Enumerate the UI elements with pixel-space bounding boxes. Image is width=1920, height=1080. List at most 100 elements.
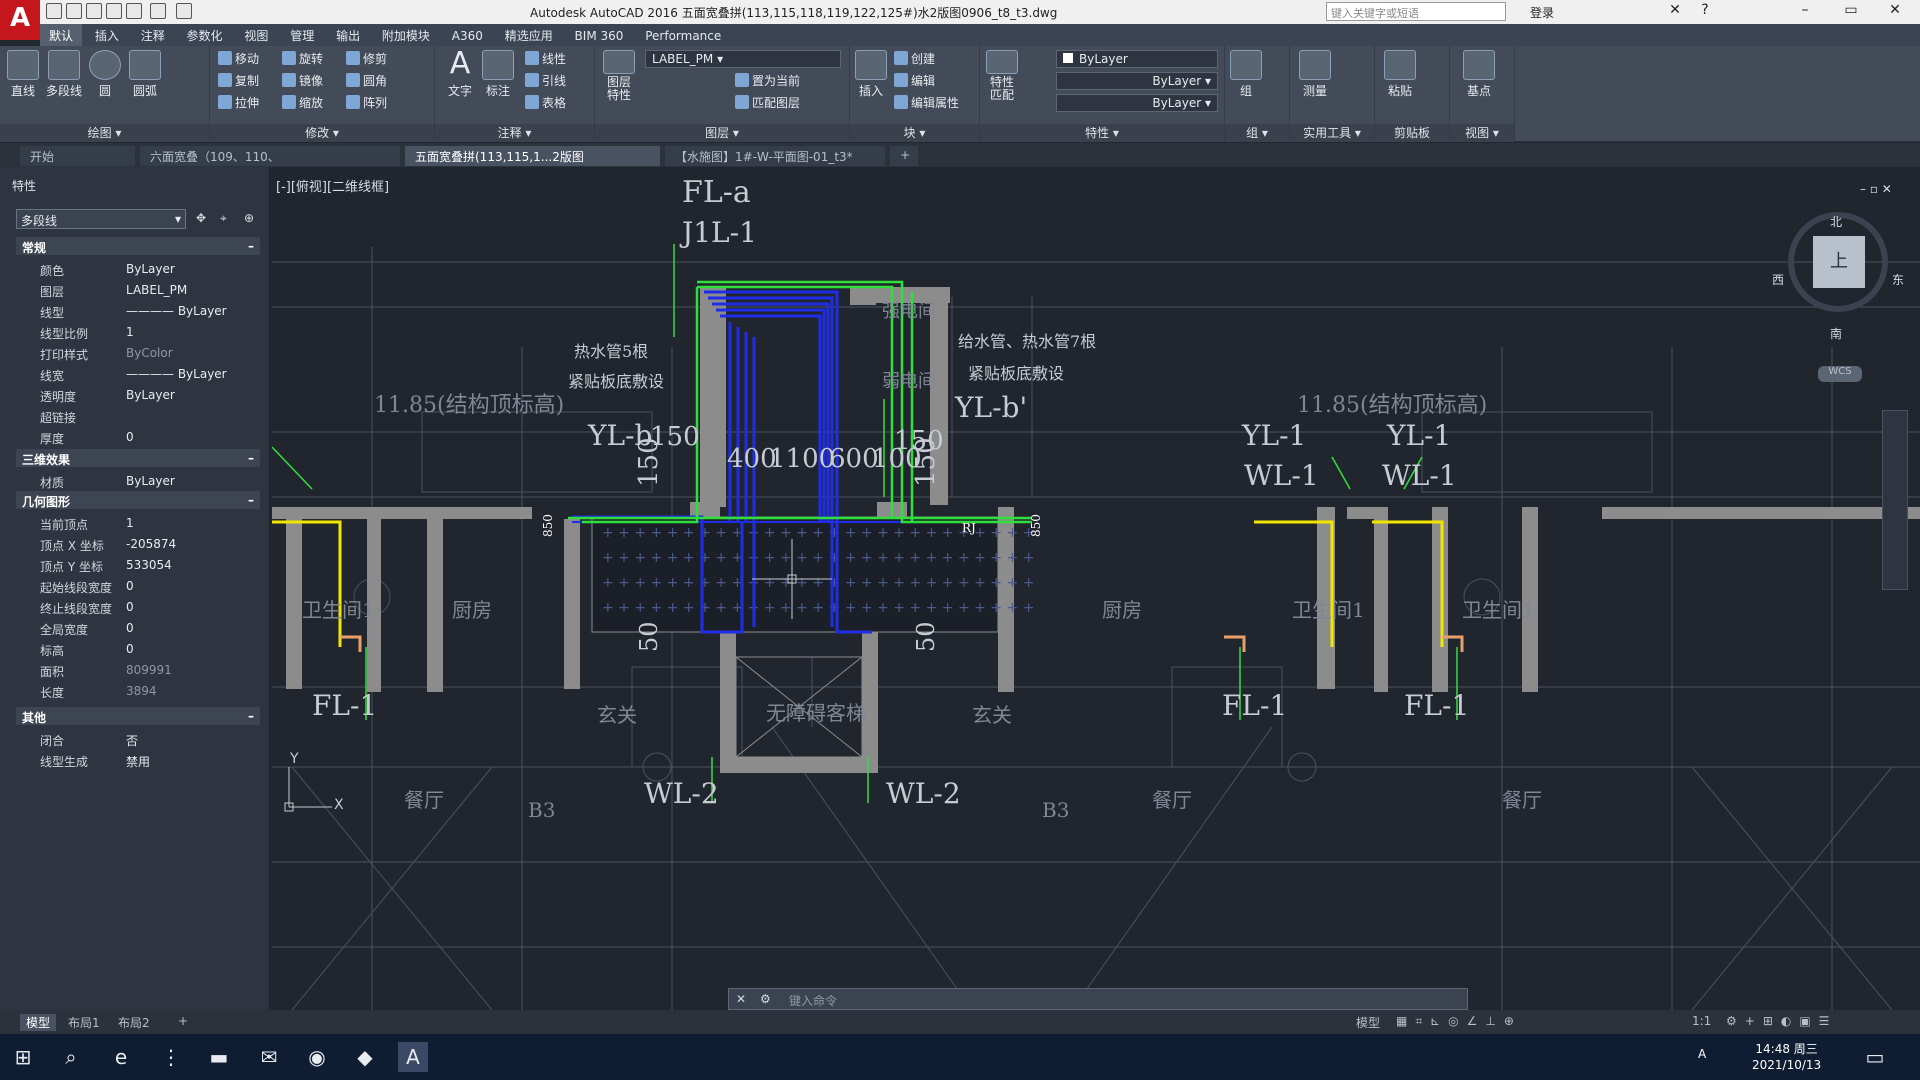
base-point-button[interactable]: 基点 — [1462, 48, 1496, 99]
explorer-icon[interactable]: ▬ — [204, 1042, 234, 1072]
object-type-select[interactable]: 多段线 ▾ — [16, 209, 186, 229]
misc-row[interactable]: 闭合 否 — [16, 729, 260, 750]
lineweight-dropdown[interactable]: ByLayer ▾ — [1056, 94, 1218, 112]
minimize-button[interactable]: – — [1790, 2, 1820, 22]
redo-icon[interactable] — [176, 3, 192, 19]
search-input[interactable]: 键入关键字或短语 — [1326, 2, 1506, 21]
section-misc[interactable]: 其他 – — [16, 707, 260, 725]
tab-performance[interactable]: Performance — [636, 26, 730, 46]
general-row[interactable]: 图层 LABEL_PM — [16, 280, 260, 301]
copy-button[interactable]: 复制 — [218, 72, 259, 92]
layer-dropdown[interactable]: LABEL_PM ▾ — [645, 50, 841, 68]
edit-block-button[interactable]: 编辑 — [894, 72, 935, 92]
line-button[interactable]: 直线 — [6, 48, 40, 99]
general-row[interactable]: 线型 ———— ByLayer — [16, 301, 260, 322]
general-row[interactable]: 线型比例 1 — [16, 322, 260, 343]
browser-icon[interactable]: ◉ — [302, 1042, 332, 1072]
trim-button[interactable]: 修剪 — [346, 50, 387, 70]
rotate-button[interactable]: 旋转 — [282, 50, 323, 70]
linetype-dropdown[interactable]: ByLayer ▾ — [1056, 72, 1218, 90]
property-value[interactable]: ByLayer — [126, 474, 175, 488]
input-language[interactable]: A — [1698, 1047, 1706, 1061]
geometry-row[interactable]: 顶点 Y 坐标 533054 — [16, 555, 260, 576]
property-value[interactable]: ———— ByLayer — [126, 304, 227, 318]
properties-panel-caption[interactable]: 特性 ▾ — [980, 124, 1224, 142]
property-value[interactable]: ByLayer — [126, 262, 175, 276]
linear-dim-button[interactable]: 线性 — [525, 50, 566, 70]
navigation-bar[interactable] — [1882, 410, 1908, 590]
exchange-icon[interactable]: ✕ — [1660, 2, 1690, 22]
tab-bim360[interactable]: BIM 360 — [566, 26, 633, 46]
layout-tab-2[interactable]: 布局2 — [112, 1014, 156, 1031]
property-value[interactable]: ———— ByLayer — [126, 367, 227, 381]
status-tools[interactable]: ▦⌗⊾◎∠⊥⊕ — [1390, 1014, 1528, 1029]
geometry-row[interactable]: 标高 0 — [16, 639, 260, 660]
tab-annotate[interactable]: 注释 — [132, 24, 174, 47]
print-icon[interactable] — [126, 3, 142, 19]
pickadd-icon[interactable]: ⊕ — [244, 211, 254, 225]
tab-output[interactable]: 输出 — [327, 24, 369, 47]
general-row[interactable]: 透明度 ByLayer — [16, 385, 260, 406]
group-button[interactable]: 组 — [1229, 48, 1263, 99]
layout-tab-1[interactable]: 布局1 — [62, 1014, 106, 1031]
quick-select-icon[interactable]: ✥ — [196, 211, 206, 225]
block-panel-caption[interactable]: 块 ▾ — [850, 124, 979, 142]
leader-button[interactable]: 引线 — [525, 72, 566, 92]
search-icon[interactable]: ⌕ — [56, 1042, 86, 1072]
doc-tab-start[interactable]: 开始 — [20, 146, 135, 166]
fillet-button[interactable]: 圆角 — [346, 72, 387, 92]
save-as-icon[interactable] — [106, 3, 122, 19]
tab-manage[interactable]: 管理 — [281, 24, 323, 47]
general-row[interactable]: 线宽 ———— ByLayer — [16, 364, 260, 385]
array-button[interactable]: 阵列 — [346, 94, 387, 114]
property-value[interactable]: 533054 — [126, 558, 172, 572]
property-value[interactable]: 0 — [126, 430, 134, 444]
color-dropdown[interactable]: ByLayer — [1056, 50, 1218, 68]
measure-button[interactable]: 测量 — [1298, 48, 1332, 99]
general-row[interactable]: 厚度 0 — [16, 427, 260, 448]
property-value[interactable]: 809991 — [126, 663, 172, 677]
help-icon[interactable]: ? — [1690, 2, 1720, 22]
property-value[interactable]: 0 — [126, 642, 134, 656]
geometry-row[interactable]: 终止线段宽度 0 — [16, 597, 260, 618]
clipboard-panel-caption[interactable]: 剪贴板 — [1375, 124, 1449, 142]
insert-button[interactable]: 插入 — [854, 48, 888, 99]
new-tab-button[interactable]: + — [890, 146, 918, 166]
circle-button[interactable]: 圆 — [88, 48, 122, 99]
status-tools-right[interactable]: ⚙+⊞◐▣☰ — [1720, 1014, 1843, 1028]
arc-button[interactable]: 圆弧 — [128, 48, 162, 99]
general-row[interactable]: 打印样式 ByColor — [16, 343, 260, 364]
geometry-row[interactable]: 全局宽度 0 — [16, 618, 260, 639]
clock[interactable]: 14:48 周三 2021/10/13 — [1752, 1041, 1821, 1073]
property-value[interactable]: 0 — [126, 579, 134, 593]
autocad-logo-icon[interactable]: A — [0, 0, 40, 40]
edit-attributes-button[interactable]: 编辑属性 — [894, 94, 959, 114]
tab-insert[interactable]: 插入 — [86, 24, 128, 47]
create-block-button[interactable]: 创建 — [894, 50, 935, 70]
tab-parametric[interactable]: 参数化 — [178, 24, 232, 47]
notification-icon[interactable]: ▭ — [1860, 1042, 1890, 1072]
geometry-row[interactable]: 起始线段宽度 0 — [16, 576, 260, 597]
tab-featured-apps[interactable]: 精选应用 — [496, 24, 562, 47]
layout-add-button[interactable]: + — [172, 1014, 194, 1028]
threed-row[interactable]: 材质 ByLayer — [16, 471, 260, 492]
select-objects-icon[interactable]: ⌖ — [220, 211, 227, 226]
stretch-button[interactable]: 拉伸 — [218, 94, 259, 114]
match-properties-button[interactable]: 特性 匹配 — [984, 48, 1020, 102]
move-button[interactable]: 移动 — [218, 50, 259, 70]
new-file-icon[interactable] — [46, 3, 62, 19]
close-button[interactable]: ✕ — [1880, 2, 1910, 22]
layers-panel-caption[interactable]: 图层 ▾ — [595, 124, 849, 142]
property-value[interactable]: -205874 — [126, 537, 176, 551]
draw-panel-caption[interactable]: 绘图 ▾ — [0, 124, 209, 142]
modify-panel-caption[interactable]: 修改 ▾ — [210, 124, 434, 142]
property-value[interactable]: 3894 — [126, 684, 157, 698]
ie-icon[interactable]: e — [106, 1042, 136, 1072]
drawing-canvas[interactable]: + + + + + + + + + + + + + + + + + + + + … — [272, 167, 1920, 1010]
polyline-button[interactable]: 多段线 — [44, 48, 84, 99]
dimension-button[interactable]: 标注 — [481, 48, 515, 99]
doc-tab-3[interactable]: 【水施图】1#-W-平面图-01_t3* — [665, 146, 885, 166]
command-line-input[interactable]: 键入命令 — [728, 988, 1468, 1010]
annotation-panel-caption[interactable]: 注释 ▾ — [435, 124, 594, 142]
geometry-row[interactable]: 当前顶点 1 — [16, 513, 260, 534]
